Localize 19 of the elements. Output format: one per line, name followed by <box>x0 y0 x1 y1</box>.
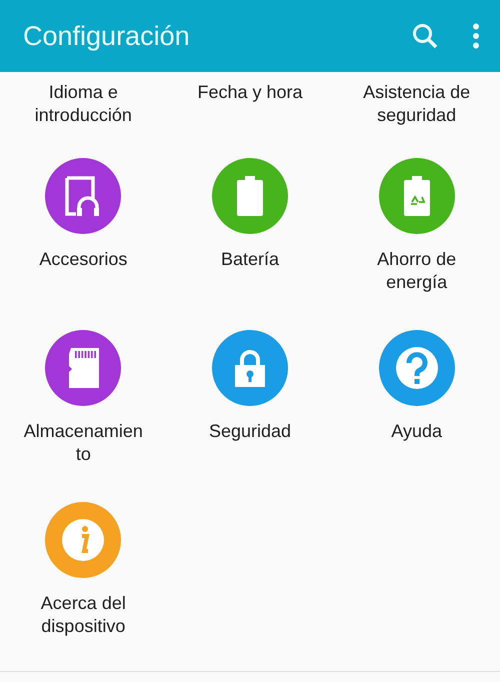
setting-label[interactable]: Almacenamien to <box>24 420 143 466</box>
battery-icon <box>236 176 263 216</box>
question-icon <box>394 346 439 390</box>
kebab-menu-icon <box>472 23 480 49</box>
memory-card-icon <box>67 348 100 388</box>
setting-label[interactable]: Batería <box>220 248 280 271</box>
setting-label[interactable]: Ayuda <box>391 420 442 443</box>
setting-label[interactable]: Idioma e introducción <box>18 81 148 154</box>
setting-label[interactable]: Ahorro de energía <box>352 248 482 294</box>
info-icon <box>61 518 106 562</box>
battery-recycle-icon <box>404 176 430 216</box>
screen-title: Configuración <box>23 20 191 52</box>
setting-label[interactable]: Accesorios <box>39 248 128 271</box>
search-icon <box>412 23 438 49</box>
setting-label[interactable]: Seguridad <box>208 420 292 443</box>
setting-label[interactable]: Fecha y hora <box>197 81 303 154</box>
setting-label[interactable]: Asistencia de seguridad <box>352 81 482 154</box>
padlock-icon <box>234 348 266 388</box>
setting-label[interactable]: Acerca del dispositivo <box>18 592 148 638</box>
